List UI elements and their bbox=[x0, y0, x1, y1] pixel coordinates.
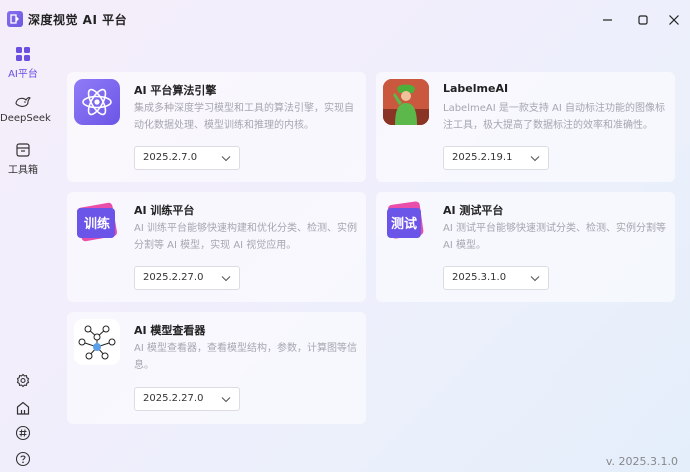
chevron-down-icon bbox=[221, 156, 231, 162]
title-bar: 深度视觉 AI 平台 bbox=[0, 0, 690, 40]
version-value: 2025.2.19.1 bbox=[452, 152, 513, 163]
sidebar: AI平台 DeepSeek 工具箱 bbox=[0, 40, 51, 472]
version-select[interactable]: 2025.3.1.0 bbox=[443, 266, 549, 290]
home-icon bbox=[16, 401, 30, 415]
maximize-icon bbox=[638, 15, 648, 25]
test-badge-icon: 测试 bbox=[383, 199, 429, 245]
card-description: 集成多种深度学习模型和工具的算法引擎，实现自动化数据处理、模型训练和推理的内核。 bbox=[134, 103, 354, 131]
help-icon bbox=[15, 451, 31, 467]
chevron-down-icon bbox=[221, 276, 231, 282]
chevron-down-icon bbox=[221, 397, 231, 403]
version-select[interactable]: 2025.2.7.0 bbox=[134, 146, 240, 170]
sidebar-item-ai-platform[interactable]: AI平台 bbox=[0, 46, 46, 80]
card-description: AI 模型查看器，查看模型结构，参数，计算图等信息。 bbox=[134, 343, 357, 371]
atom-icon bbox=[74, 79, 120, 125]
close-icon bbox=[669, 15, 679, 25]
card-description: AI 训练平台能够快速构建和优化分类、检测、实例分割等 AI 模型，实现 AI … bbox=[134, 223, 357, 251]
app-card-model-viewer[interactable]: AI 模型查看器 AI 模型查看器，查看模型结构，参数，计算图等信息。 2025… bbox=[67, 312, 366, 424]
sidebar-item-label: 工具箱 bbox=[8, 165, 38, 176]
version-value: 2025.3.1.0 bbox=[452, 272, 507, 283]
card-description: AI 测试平台能够快速测试分类、检测、实例分割等 AI 模型。 bbox=[443, 223, 666, 251]
hash-button[interactable] bbox=[15, 425, 31, 441]
labelme-image bbox=[383, 79, 429, 125]
close-button[interactable] bbox=[665, 11, 683, 29]
window-title: 深度视觉 AI 平台 bbox=[28, 13, 128, 27]
help-button[interactable] bbox=[15, 451, 31, 467]
version-select[interactable]: 2025.2.19.1 bbox=[443, 146, 549, 170]
maximize-button[interactable] bbox=[634, 11, 652, 29]
sidebar-item-label: AI平台 bbox=[8, 69, 38, 80]
settings-icon bbox=[16, 373, 30, 388]
card-title: AI 测试平台 bbox=[443, 204, 504, 217]
chevron-down-icon bbox=[530, 156, 540, 162]
sidebar-item-deepseek[interactable]: DeepSeek bbox=[0, 94, 51, 124]
toolbox-icon bbox=[16, 143, 30, 157]
sidebar-item-label: DeepSeek bbox=[0, 113, 51, 124]
card-title: AI 模型查看器 bbox=[134, 324, 206, 337]
card-description: LabelmeAI 是一款支持 AI 自动标注功能的图像标注工具，极大提高了数据… bbox=[443, 103, 665, 131]
app-card-testing-platform[interactable]: 测试 AI 测试平台 AI 测试平台能够快速测试分类、检测、实例分割等 AI 模… bbox=[376, 192, 675, 302]
version-select[interactable]: 2025.2.27.0 bbox=[134, 387, 240, 411]
version-value: 2025.2.27.0 bbox=[143, 393, 204, 404]
app-logo-icon bbox=[7, 11, 23, 27]
badge-text: 训练 bbox=[83, 217, 110, 232]
app-card-algorithm-engine[interactable]: AI 平台算法引擎 集成多种深度学习模型和工具的算法引擎，实现自动化数据处理、模… bbox=[67, 72, 366, 182]
version-select[interactable]: 2025.2.27.0 bbox=[134, 266, 240, 290]
home-button[interactable] bbox=[15, 400, 31, 416]
network-graph-icon bbox=[74, 319, 120, 365]
version-value: 2025.2.27.0 bbox=[143, 272, 204, 283]
whale-icon bbox=[15, 97, 31, 107]
minimize-icon bbox=[603, 19, 612, 21]
card-title: AI 训练平台 bbox=[134, 204, 195, 217]
version-value: 2025.2.7.0 bbox=[143, 152, 198, 163]
badge-text: 测试 bbox=[390, 217, 417, 232]
card-title: LabelmeAI bbox=[443, 82, 509, 95]
app-version-label: v. 2025.3.1.0 bbox=[605, 455, 678, 468]
settings-button[interactable] bbox=[15, 373, 31, 389]
card-title: AI 平台算法引擎 bbox=[134, 84, 217, 97]
train-badge-icon: 训练 bbox=[74, 199, 120, 245]
minimize-button[interactable] bbox=[599, 11, 617, 29]
app-card-training-platform[interactable]: 训练 AI 训练平台 AI 训练平台能够快速构建和优化分类、检测、实例分割等 A… bbox=[67, 192, 366, 302]
sidebar-item-toolbox[interactable]: 工具箱 bbox=[0, 142, 46, 176]
hash-icon bbox=[15, 425, 31, 441]
app-card-labelmeai[interactable]: LabelmeAI LabelmeAI 是一款支持 AI 自动标注功能的图像标注… bbox=[376, 72, 675, 182]
grid-icon bbox=[16, 47, 30, 61]
chevron-down-icon bbox=[530, 276, 540, 282]
